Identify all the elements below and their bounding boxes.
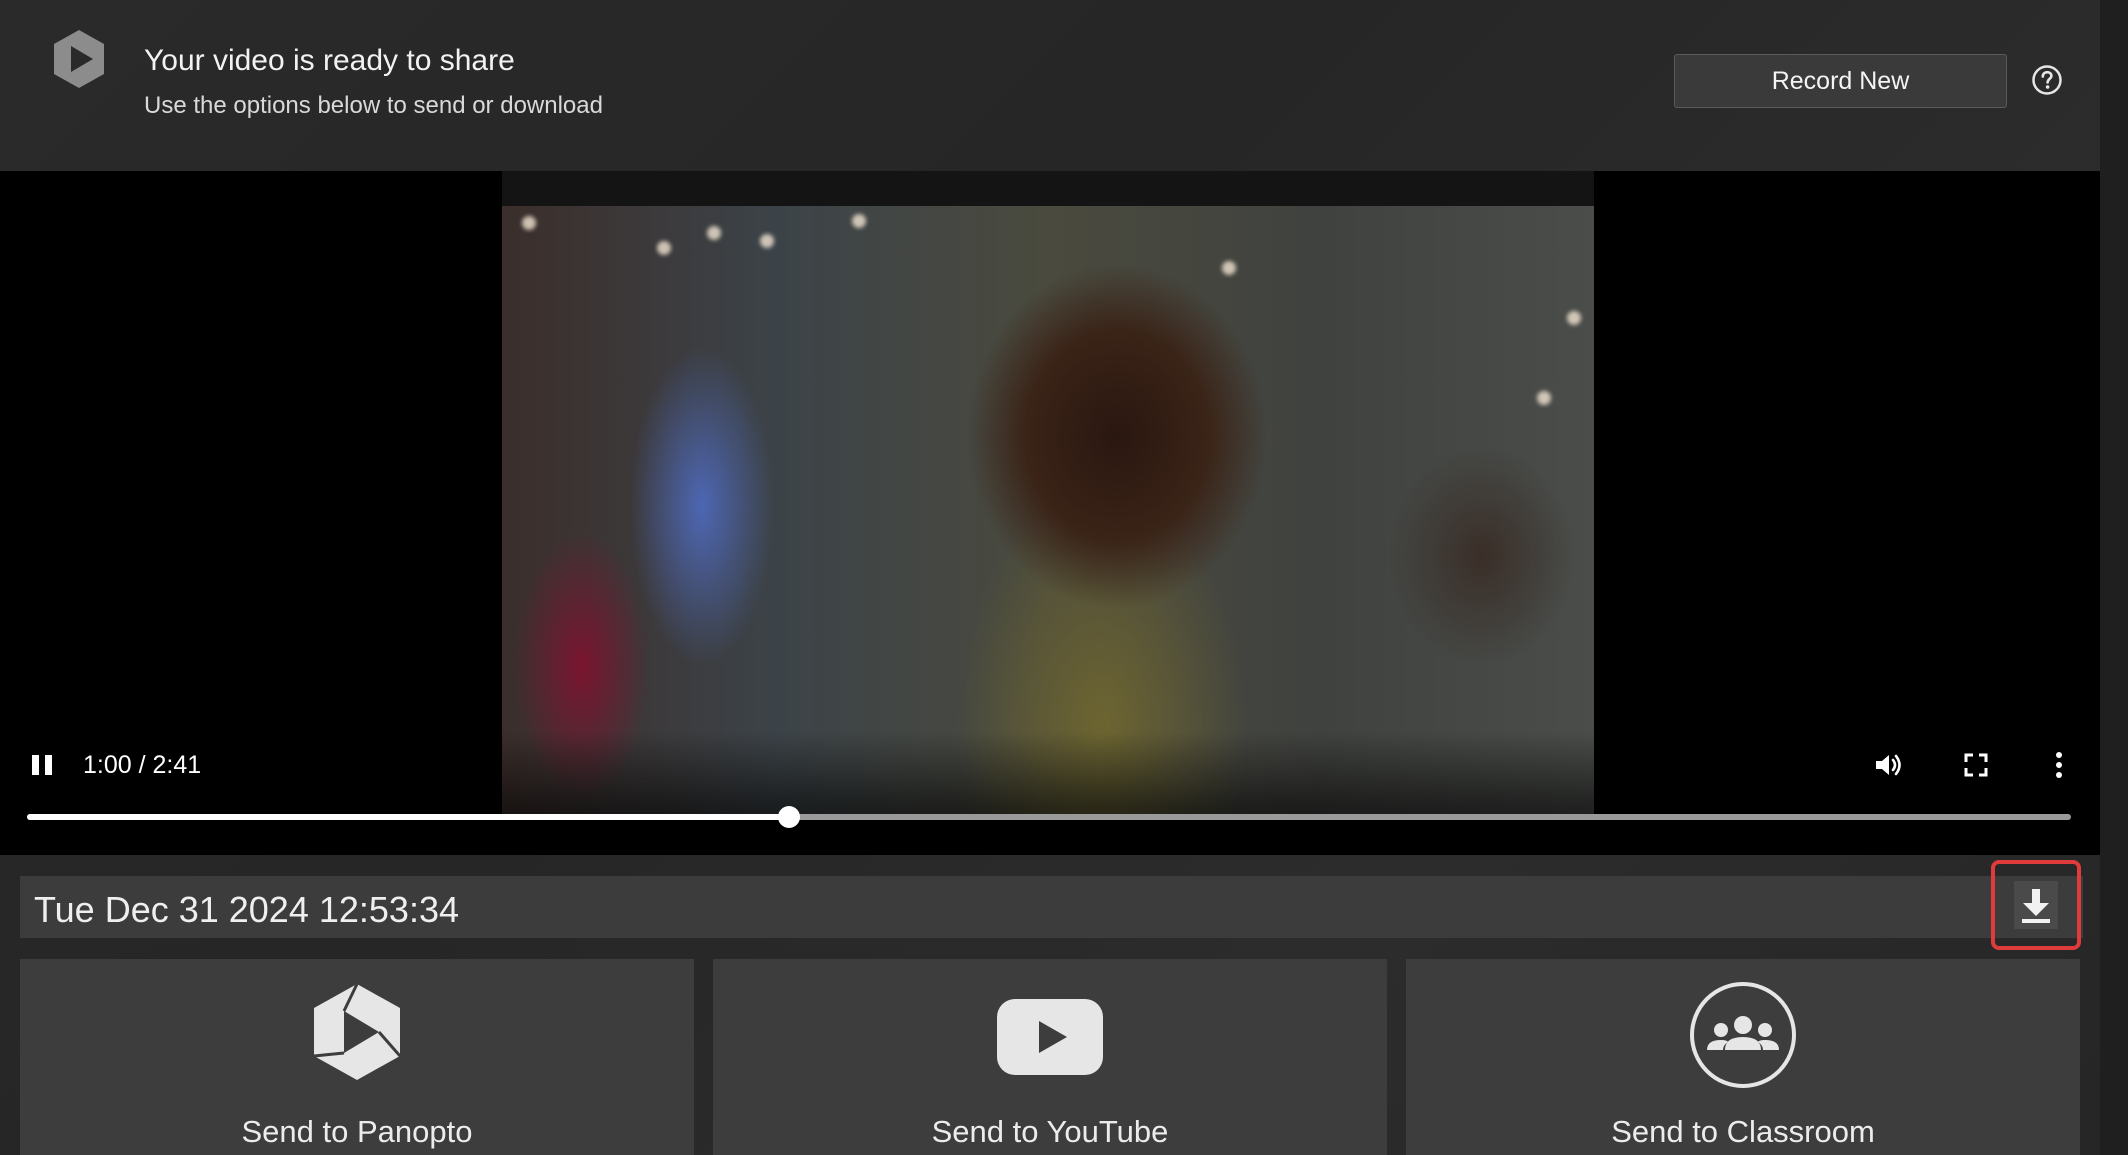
- controls-overlay: [0, 731, 2100, 855]
- header: Your video is ready to share Use the opt…: [0, 0, 2100, 171]
- pause-icon[interactable]: [30, 751, 54, 779]
- fullscreen-icon[interactable]: [1960, 749, 1992, 781]
- recording-name-field[interactable]: Tue Dec 31 2024 12:53:34: [20, 876, 2083, 938]
- youtube-icon: [997, 999, 1103, 1075]
- video-player[interactable]: 1:00 / 2:41: [0, 171, 2100, 855]
- download-icon: [2014, 881, 2058, 929]
- window-edge: [2100, 0, 2128, 1155]
- volume-icon[interactable]: [1872, 749, 1904, 781]
- download-button[interactable]: [1991, 860, 2081, 950]
- send-to-youtube-card[interactable]: Send to YouTube: [713, 959, 1387, 1155]
- recording-name: Tue Dec 31 2024 12:53:34: [34, 889, 459, 930]
- video-letterbox: [502, 171, 1594, 206]
- panopto-icon: [313, 983, 402, 1080]
- video-frame: [502, 206, 1594, 820]
- page-title: Your video is ready to share: [144, 44, 515, 77]
- time-display: 1:00 / 2:41: [83, 751, 202, 779]
- send-to-classroom-label: Send to Classroom: [1611, 1114, 1875, 1149]
- send-to-classroom-card[interactable]: Send to Classroom: [1406, 959, 2080, 1155]
- more-vertical-icon[interactable]: [2044, 749, 2074, 781]
- app-window: Your video is ready to share Use the opt…: [0, 0, 2100, 1155]
- page-subtitle: Use the options below to send or downloa…: [144, 92, 603, 119]
- send-to-panopto-label: Send to Panopto: [241, 1114, 473, 1149]
- progress-scrubber[interactable]: [778, 806, 800, 828]
- help-circle-icon[interactable]: [2031, 64, 2063, 96]
- progress-fill: [27, 814, 789, 820]
- send-to-youtube-label: Send to YouTube: [931, 1114, 1169, 1149]
- panopto-logo-icon: [54, 30, 104, 88]
- send-to-panopto-card[interactable]: Send to Panopto: [20, 959, 694, 1155]
- record-new-button[interactable]: Record New: [1674, 54, 2007, 108]
- classroom-icon: [1690, 982, 1796, 1088]
